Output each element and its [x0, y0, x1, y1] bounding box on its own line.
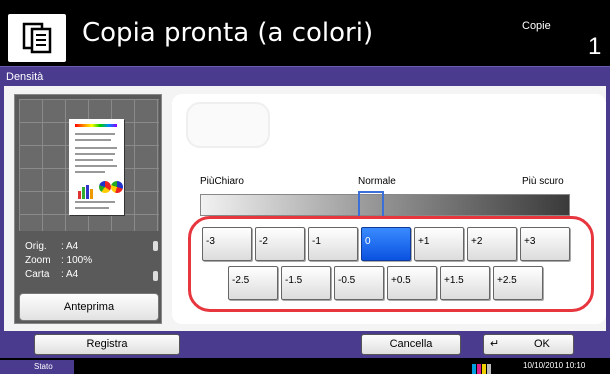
enter-icon: ↵	[490, 338, 500, 350]
density-button-minus-1-5[interactable]: -1.5	[281, 266, 331, 300]
info-value: : A4	[61, 269, 79, 280]
density-button-minus-1[interactable]: -1	[308, 227, 358, 261]
thumbnail-line	[75, 165, 117, 167]
info-row-zoom: Zoom : 100%	[25, 255, 92, 266]
thumbnail-line	[75, 147, 117, 149]
preview-button[interactable]: Anteprima	[19, 293, 159, 321]
thumbnail-line	[75, 201, 115, 203]
thumbnail-line	[75, 159, 113, 161]
info-value: : 100%	[61, 255, 93, 266]
status-button[interactable]: Stato	[0, 360, 74, 374]
density-button-plus-2[interactable]: +2	[467, 227, 517, 261]
density-button-plus-1[interactable]: +1	[414, 227, 464, 261]
preview-grid	[19, 99, 159, 231]
cancel-button[interactable]: Cancella	[361, 334, 461, 355]
copies-count: 1	[588, 33, 602, 60]
scroll-down-icon[interactable]	[153, 271, 158, 281]
density-indicator	[186, 102, 270, 148]
label-normal: Normale	[358, 176, 396, 187]
thumbnail-pie-chart	[111, 181, 123, 193]
scroll-up-icon[interactable]	[153, 241, 158, 251]
copies-label: Copie	[522, 20, 551, 32]
density-button-plus-1-5[interactable]: +1.5	[440, 266, 490, 300]
page-title: Copia pronta (a colori)	[82, 18, 374, 48]
density-button-plus-2-5[interactable]: +2.5	[493, 266, 543, 300]
thumbnail-color-bar	[75, 124, 117, 127]
info-key: Orig.	[25, 241, 47, 252]
datetime: 10/10/2010 10:10	[523, 361, 586, 370]
thumbnail-bar-chart	[77, 183, 97, 199]
density-button-minus-2[interactable]: -2	[255, 227, 305, 261]
thumbnail-pie-chart	[99, 181, 111, 193]
density-gradient-bar	[200, 194, 570, 216]
density-button-plus-3[interactable]: +3	[520, 227, 570, 261]
density-button-plus-0-5[interactable]: +0.5	[387, 266, 437, 300]
toner-level-icon	[472, 361, 492, 374]
info-key: Zoom	[25, 255, 51, 266]
panel-title-bar: Densità	[0, 66, 610, 86]
preview-thumbnail	[69, 119, 124, 215]
label-darker: Più scuro	[522, 176, 564, 187]
status-bar: Stato 10/10/2010 10:10	[0, 358, 610, 374]
density-button-minus-0-5[interactable]: -0.5	[334, 266, 384, 300]
density-button-0[interactable]: 0	[361, 227, 411, 261]
ok-label: OK	[534, 338, 550, 350]
preview-pane: Orig. : A4 Zoom : 100% Carta : A4 Anteprima	[14, 94, 162, 324]
info-value: : A4	[61, 241, 79, 252]
thumbnail-line	[75, 139, 111, 141]
action-bar: Registra Cancella ↵ OK	[0, 331, 610, 358]
register-button[interactable]: Registra	[34, 334, 180, 355]
thumbnail-line	[75, 133, 115, 135]
info-row-original: Orig. : A4	[25, 241, 78, 252]
thumbnail-line	[75, 171, 105, 173]
header: Copia pronta (a colori) Copie 1	[0, 0, 610, 66]
density-panel: Orig. : A4 Zoom : 100% Carta : A4 Anteprima…	[0, 86, 610, 333]
ok-button[interactable]: ↵ OK	[483, 334, 574, 355]
density-marker	[358, 191, 384, 219]
density-button-minus-2-5[interactable]: -2.5	[228, 266, 278, 300]
density-button-minus-3[interactable]: -3	[202, 227, 252, 261]
thumbnail-line	[75, 153, 115, 155]
info-row-paper: Carta : A4	[25, 269, 78, 280]
copy-icon	[8, 14, 66, 62]
label-lighter: PiùChiaro	[200, 176, 244, 187]
density-area: PiùChiaro Normale Più scuro -3 -2 -1 0 +…	[172, 94, 606, 324]
panel-title: Densità	[6, 71, 44, 83]
thumbnail-line	[75, 207, 109, 209]
info-key: Carta	[25, 269, 50, 280]
copy-screen: Copia pronta (a colori) Copie 1 Densità	[0, 0, 610, 374]
